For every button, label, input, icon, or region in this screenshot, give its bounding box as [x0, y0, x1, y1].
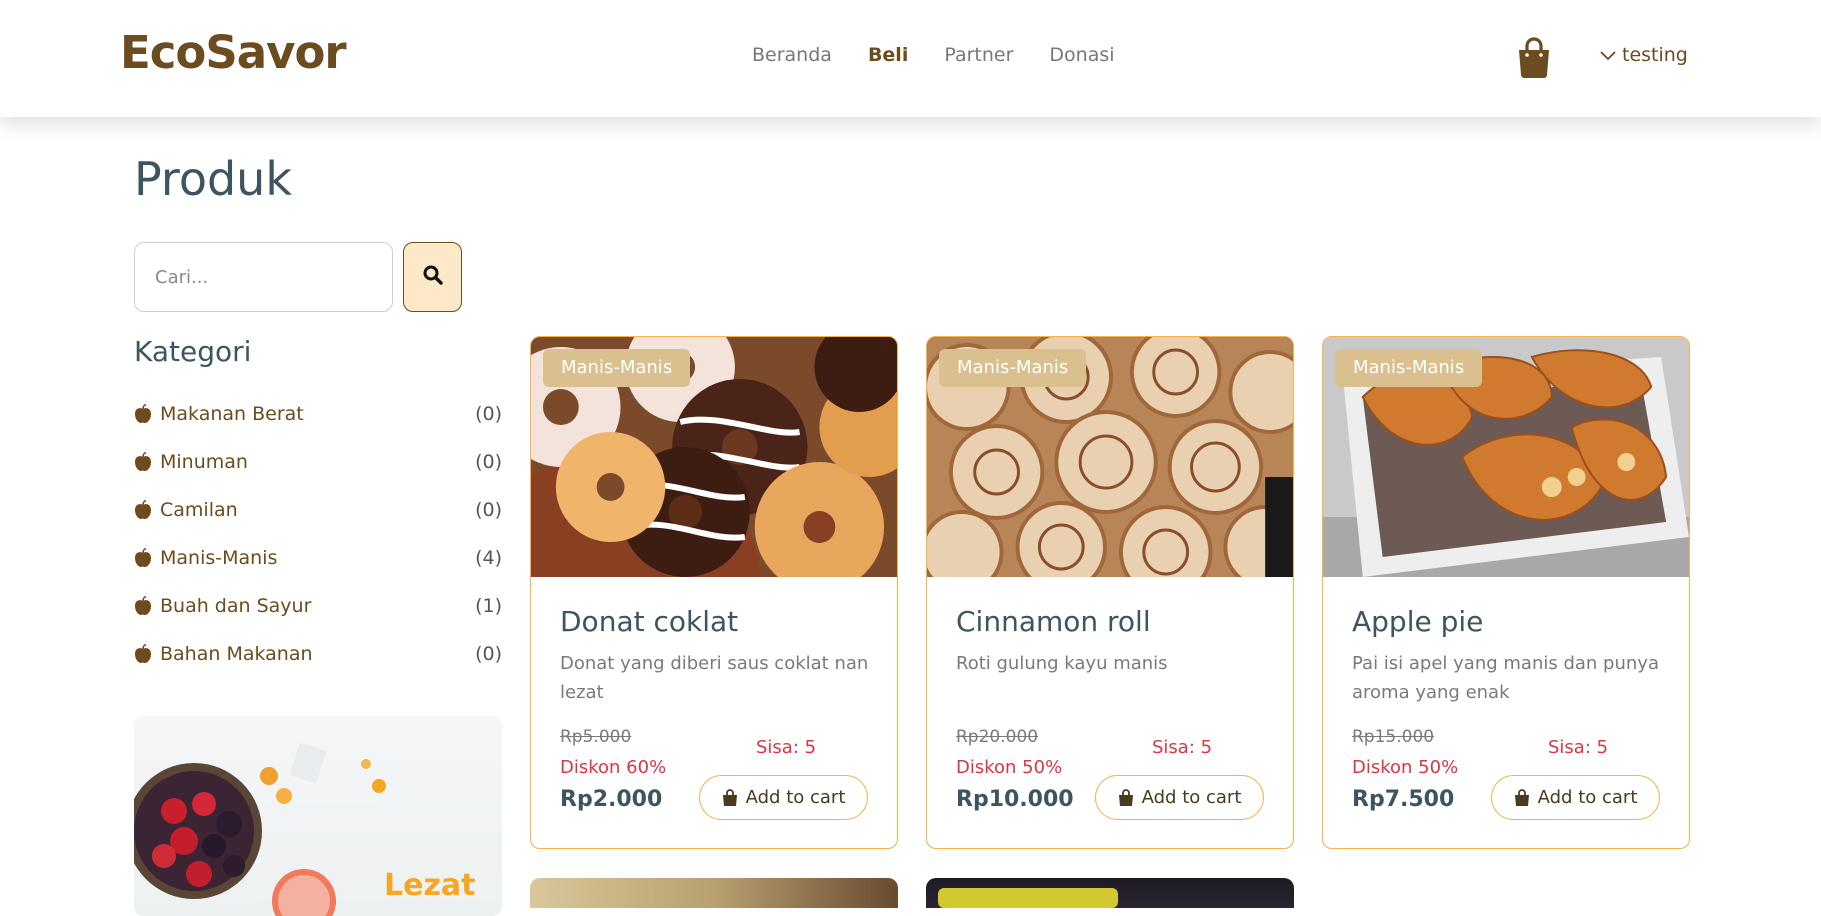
shopping-bag-icon	[1514, 788, 1529, 806]
discount-label: Diskon 50%	[956, 757, 1063, 778]
category-label: Minuman	[160, 451, 248, 473]
category-count: (4)	[475, 547, 502, 569]
stock-remaining: Sisa: 5	[1548, 737, 1609, 758]
stock-remaining: Sisa: 5	[1152, 737, 1213, 758]
search-button[interactable]	[403, 242, 462, 312]
brand-logo[interactable]: EcoSavor	[120, 26, 347, 79]
category-item[interactable]: Bahan Makanan (0)	[134, 630, 502, 678]
search-input[interactable]	[134, 242, 393, 312]
original-price: Rp5.000	[560, 727, 632, 747]
chevron-down-icon	[1600, 44, 1616, 66]
main-nav: Beranda Beli Partner Donasi	[752, 44, 1115, 66]
product-card-partial[interactable]	[926, 878, 1294, 908]
original-price: Rp15.000	[1352, 727, 1435, 747]
category-badge: Manis-Manis	[1335, 349, 1483, 387]
add-to-cart-button[interactable]: Add to cart	[699, 775, 868, 820]
nav-link-donasi[interactable]: Donasi	[1049, 44, 1114, 66]
add-to-cart-button[interactable]: Add to cart	[1095, 775, 1264, 820]
product-name[interactable]: Donat coklat	[560, 605, 738, 638]
stock-remaining: Sisa: 5	[756, 737, 817, 758]
add-to-cart-label: Add to cart	[1141, 787, 1242, 808]
apple-icon	[135, 644, 151, 663]
category-item[interactable]: Buah dan Sayur (1)	[134, 582, 502, 630]
add-to-cart-button[interactable]: Add to cart	[1491, 775, 1660, 820]
user-menu[interactable]: testing	[1600, 44, 1688, 66]
category-label: Makanan Berat	[160, 403, 304, 425]
user-name: testing	[1622, 44, 1688, 66]
category-list: Makanan Berat (0) Minuman (0) Camilan (0…	[134, 390, 502, 678]
category-badge: Manis-Manis	[543, 349, 691, 387]
category-item[interactable]: Makanan Berat (0)	[134, 390, 502, 438]
product-name[interactable]: Cinnamon roll	[956, 605, 1151, 638]
cart-icon[interactable]	[1516, 36, 1552, 78]
product-description: Pai isi apel yang manis dan punya aroma …	[1352, 653, 1659, 703]
page-title: Produk	[134, 152, 292, 206]
category-label: Camilan	[160, 499, 238, 521]
discount-label: Diskon 50%	[1352, 757, 1459, 778]
discount-label: Diskon 60%	[560, 757, 667, 778]
category-title: Kategori	[134, 335, 252, 368]
apple-icon	[135, 500, 151, 519]
product-card[interactable]: Manis-Manis Apple pie Pai isi apel yang …	[1322, 336, 1690, 849]
nav-link-beli[interactable]: Beli	[868, 44, 908, 66]
nav-link-beranda[interactable]: Beranda	[752, 44, 832, 66]
product-description: Donat yang diberi saus coklat nan lezat	[560, 653, 869, 703]
final-price: Rp10.000	[956, 787, 1074, 812]
category-item[interactable]: Manis-Manis (4)	[134, 534, 502, 582]
add-to-cart-label: Add to cart	[745, 787, 846, 808]
category-count: (0)	[475, 403, 502, 425]
promo-text: Lezat	[384, 868, 476, 903]
product-name[interactable]: Apple pie	[1352, 605, 1483, 638]
product-card[interactable]: Manis-Manis Donat coklat Donat yang dibe…	[530, 336, 898, 849]
category-label: Manis-Manis	[160, 547, 278, 569]
shopping-bag-icon	[1118, 788, 1133, 806]
product-card-partial[interactable]	[530, 878, 898, 908]
category-item[interactable]: Minuman (0)	[134, 438, 502, 486]
promo-banner[interactable]: Lezat	[134, 716, 502, 916]
category-count: (0)	[475, 643, 502, 665]
category-count: (0)	[475, 451, 502, 473]
category-label: Bahan Makanan	[160, 643, 313, 665]
nav-link-partner[interactable]: Partner	[944, 44, 1013, 66]
category-count: (0)	[475, 499, 502, 521]
apple-icon	[135, 548, 151, 567]
top-navbar: EcoSavor Beranda Beli Partner Donasi tes…	[0, 0, 1821, 117]
product-description: Roti gulung kayu manis	[956, 653, 1168, 674]
search-icon	[423, 265, 443, 290]
shopping-bag-icon	[722, 788, 737, 806]
category-label: Buah dan Sayur	[160, 595, 312, 617]
apple-icon	[135, 404, 151, 423]
category-count: (1)	[475, 595, 502, 617]
category-item[interactable]: Camilan (0)	[134, 486, 502, 534]
category-badge: Manis-Manis	[939, 349, 1087, 387]
product-card[interactable]: Manis-Manis Cinnamon roll Roti gulung ka…	[926, 336, 1294, 849]
final-price: Rp7.500	[1352, 787, 1455, 812]
original-price: Rp20.000	[956, 727, 1039, 747]
category-badge-partial	[938, 888, 1118, 908]
final-price: Rp2.000	[560, 787, 663, 812]
apple-icon	[135, 596, 151, 615]
apple-icon	[135, 452, 151, 471]
add-to-cart-label: Add to cart	[1537, 787, 1638, 808]
